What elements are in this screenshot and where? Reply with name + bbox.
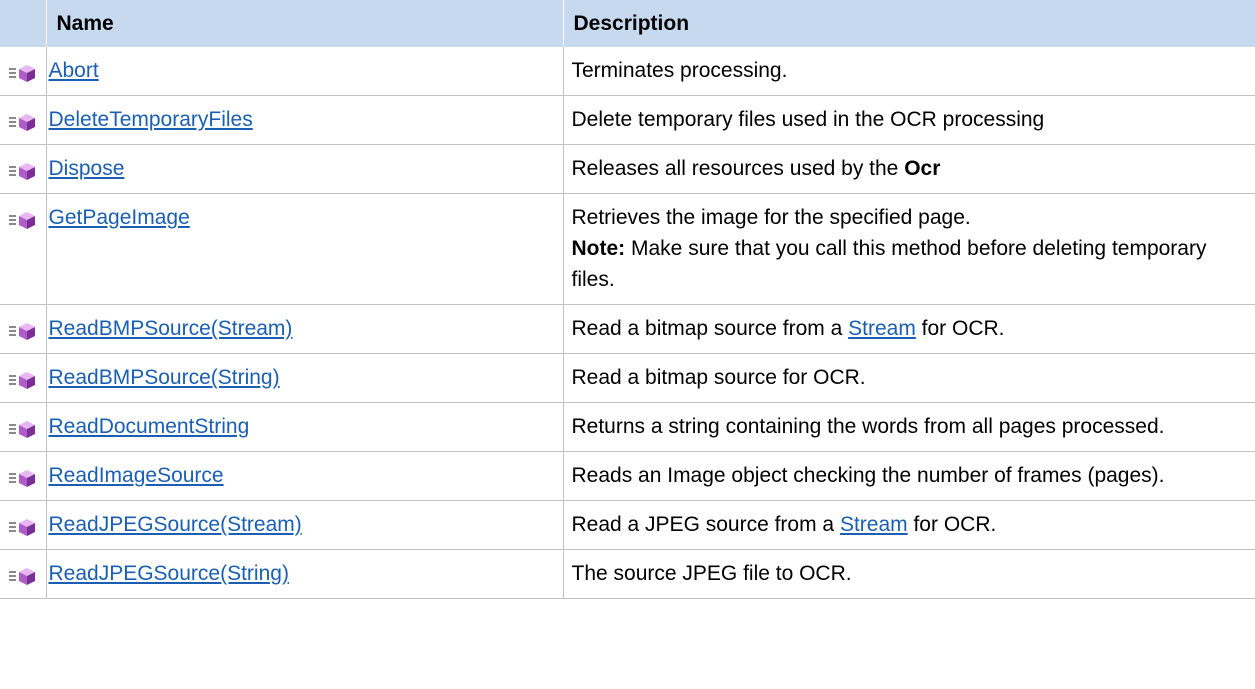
note-text: Make sure that you call this method befo…	[571, 237, 1207, 291]
member-description-suffix: for OCR.	[907, 513, 997, 536]
public-method-icon	[8, 514, 38, 538]
public-method-icon	[8, 465, 38, 489]
member-description: Releases all resources used by the	[571, 157, 905, 180]
table-row: ReadDocumentString Returns a string cont…	[0, 402, 1255, 452]
member-description: Terminates processing.	[571, 59, 788, 82]
stream-type-link[interactable]: Stream	[848, 317, 916, 340]
member-description: Retrieves the image for the specified pa…	[571, 206, 971, 229]
class-reference: Ocr	[904, 157, 941, 180]
member-link-read-document-string[interactable]: ReadDocumentString	[49, 415, 250, 438]
member-link-get-page-image[interactable]: GetPageImage	[49, 206, 190, 229]
public-method-icon	[8, 318, 38, 342]
member-link-read-bmp-source-string[interactable]: ReadBMPSource(String)	[49, 366, 280, 389]
member-link-dispose[interactable]: Dispose	[49, 157, 125, 180]
public-method-icon	[8, 367, 38, 391]
member-link-read-bmp-source-stream[interactable]: ReadBMPSource(Stream)	[49, 317, 293, 340]
table-row: Dispose Releases all resources used by t…	[0, 144, 1255, 194]
header-icon-column	[0, 0, 47, 47]
note-label: Note:	[571, 237, 626, 260]
member-description: Delete temporary files used in the OCR p…	[571, 108, 1045, 131]
table-row: ReadBMPSource(String) Read a bitmap sour…	[0, 353, 1255, 403]
member-link-read-jpeg-source-string[interactable]: ReadJPEGSource(String)	[49, 562, 289, 585]
member-description: The source JPEG file to OCR.	[571, 562, 852, 585]
member-description-suffix: for OCR.	[915, 317, 1005, 340]
member-link-read-jpeg-source-stream[interactable]: ReadJPEGSource(Stream)	[49, 513, 302, 536]
header-description: Description	[563, 0, 1255, 47]
member-link-read-image-source[interactable]: ReadImageSource	[49, 464, 224, 487]
member-description: Read a JPEG source from a	[571, 513, 840, 536]
member-link-delete-temporary-files[interactable]: DeleteTemporaryFiles	[49, 108, 253, 131]
member-description: Read a bitmap source from a	[571, 317, 849, 340]
public-method-icon	[8, 207, 38, 231]
member-link-abort[interactable]: Abort	[49, 59, 99, 82]
public-method-icon	[8, 416, 38, 440]
public-method-icon	[8, 158, 38, 182]
public-method-icon	[8, 563, 38, 587]
table-row: ReadImageSource Reads an Image object ch…	[0, 451, 1255, 501]
member-description: Reads an Image object checking the numbe…	[571, 464, 1165, 487]
member-description: Returns a string containing the words fr…	[571, 415, 1165, 438]
table-row: GetPageImage Retrieves the image for the…	[0, 193, 1255, 305]
stream-type-link[interactable]: Stream	[840, 513, 908, 536]
header-row: Name Description	[0, 0, 1255, 47]
public-method-icon	[8, 60, 38, 84]
members-table: Name Description Abort Terminates proces…	[0, 0, 1255, 599]
table-row: Abort Terminates processing.	[0, 47, 1255, 96]
table-row: ReadJPEGSource(Stream) Read a JPEG sourc…	[0, 500, 1255, 550]
table-row: ReadBMPSource(Stream) Read a bitmap sour…	[0, 304, 1255, 354]
header-name: Name	[46, 0, 564, 47]
table-row: DeleteTemporaryFiles Delete temporary fi…	[0, 95, 1255, 145]
public-method-icon	[8, 109, 38, 133]
member-description: Read a bitmap source for OCR.	[571, 366, 866, 389]
table-row: ReadJPEGSource(String) The source JPEG f…	[0, 549, 1255, 599]
